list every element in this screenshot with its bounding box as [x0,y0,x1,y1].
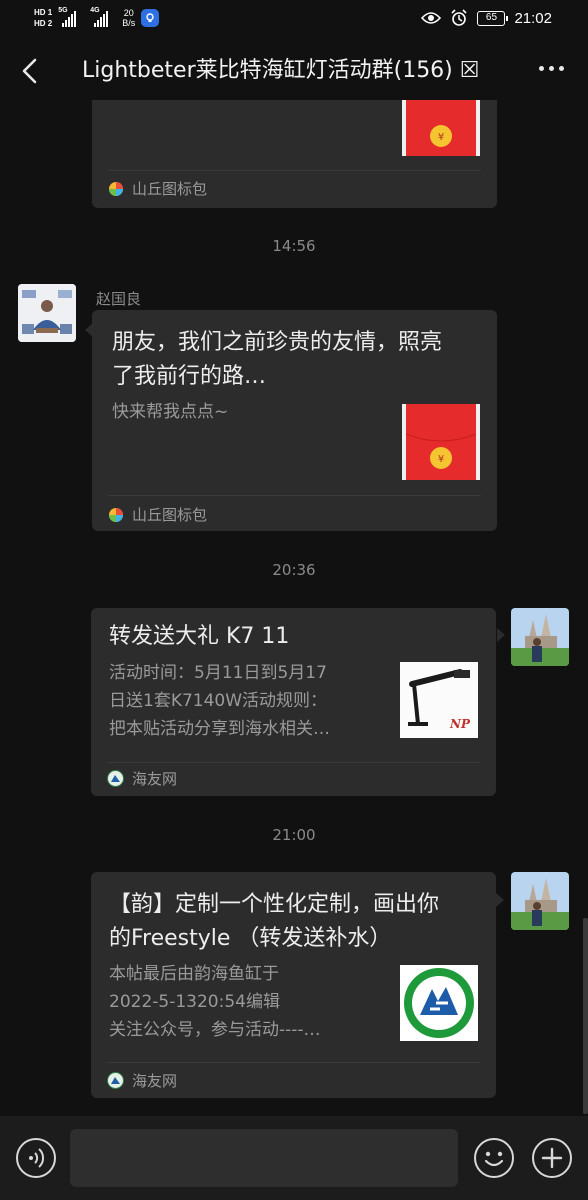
logo-thumbnail [400,965,478,1041]
card-title: 转发送大礼 K7 11 [109,624,290,649]
battery-indicator: 65 [477,10,509,26]
svg-text:NP: NP [449,717,471,731]
card-title: 【韵】定制一个性化定制，画出你 的Freestyle （转发送补水） [109,888,484,956]
avatar[interactable] [511,608,569,666]
miniapp-icon [109,507,123,522]
link-card-partial[interactable]: ¥ 山丘图标包 [92,100,497,208]
card-title-line2: 的Freestyle （转发送补水） [109,926,392,951]
red-packet-thumbnail: ¥ [402,100,480,156]
scrollbar[interactable] [583,918,588,1114]
svg-text:¥: ¥ [438,454,444,465]
link-card[interactable]: 朋友，我们之前珍贵的友情，照亮 了我前行的路… 快来帮我点点~ ¥ 山丘图标包 [92,310,497,531]
link-card[interactable]: 【韵】定制一个性化定制，画出你 的Freestyle （转发送补水） 本帖最后由… [91,872,496,1098]
more-icon[interactable] [539,66,564,71]
sender-name: 赵国良 [96,290,142,308]
source-label: 海友网 [132,1072,178,1090]
emoji-icon[interactable] [474,1138,514,1178]
chat-title: Lightbeter莱比特海缸灯活动群(156) ☒ [82,58,480,83]
card-title: 朋友，我们之前珍贵的友情，照亮 了我前行的路… [112,326,482,394]
card-source: 海友网 [107,768,177,789]
net-speed: 20 B/s [122,8,135,28]
card-desc-line1: 活动时间：5月11日到5月17 [109,663,327,683]
input-bar [0,1116,588,1200]
card-source: 海友网 [107,1070,177,1091]
back-icon[interactable] [14,54,48,88]
app-notification-icon [141,9,160,27]
eye-icon [421,12,442,24]
site-logo-icon [107,770,124,787]
product-thumbnail: NP [400,662,478,738]
link-card[interactable]: 转发送大礼 K7 11 活动时间：5月11日到5月17 日送1套K7140W活动… [91,608,496,796]
card-title-line1: 【韵】定制一个性化定制，画出你 [109,892,440,917]
source-label: 山丘图标包 [132,506,208,524]
card-title-line1: 朋友，我们之前珍贵的友情，照亮 [112,330,443,355]
voice-icon[interactable] [16,1138,56,1178]
sim-indicator: HD 1 HD 2 [34,8,52,29]
site-logo-icon [107,1072,124,1089]
timestamp: 21:00 [272,826,316,844]
card-source: 山丘图标包 [108,504,207,525]
red-packet-thumbnail: ¥ [402,404,480,480]
source-label: 海友网 [132,770,178,788]
miniapp-icon [109,181,123,196]
speed-value: 20 [123,8,134,18]
card-desc-line1: 本帖最后由韵海鱼缸于 [109,964,279,984]
signal-4g-icon: 4G [90,7,116,29]
card-title-line2: 了我前行的路… [112,364,267,389]
svg-text:¥: ¥ [438,132,444,143]
card-desc-line2: 2022-5-1320:54编辑 [109,992,280,1012]
timestamp: 20:36 [272,561,316,579]
status-bar: HD 1 HD 2 5G 4G 20 B/s 65 21:02 [0,0,588,36]
card-desc-line2: 日送1套K7140W活动规则： [109,691,328,711]
card-desc: 快来帮我点点~ [112,402,229,422]
card-desc: 活动时间：5月11日到5月17 日送1套K7140W活动规则： 把本贴活动分享到… [109,659,389,743]
source-label: 山丘图标包 [132,180,208,198]
chat-header: Lightbeter莱比特海缸灯活动群(156) ☒ [0,36,588,106]
status-clock: 21:02 [514,9,552,27]
avatar[interactable] [511,872,569,930]
signal-5g-icon: 5G [58,7,84,29]
card-desc: 本帖最后由韵海鱼缸于 2022-5-1320:54编辑 关注公众号，参与活动--… [109,960,394,1044]
avatar[interactable] [18,284,76,342]
sim1-label: HD 1 [34,7,53,17]
sim2-label: HD 2 [34,18,53,28]
card-desc-line3: 关注公众号，参与活动----… [109,1020,321,1040]
speed-unit: B/s [122,18,136,28]
timestamp: 14:56 [272,237,316,255]
alarm-icon [451,9,468,26]
plus-icon[interactable] [532,1138,572,1178]
card-desc-line3: 把本贴活动分享到海水相关… [109,719,330,739]
card-source: 山丘图标包 [108,178,207,199]
message-input[interactable] [70,1129,458,1187]
